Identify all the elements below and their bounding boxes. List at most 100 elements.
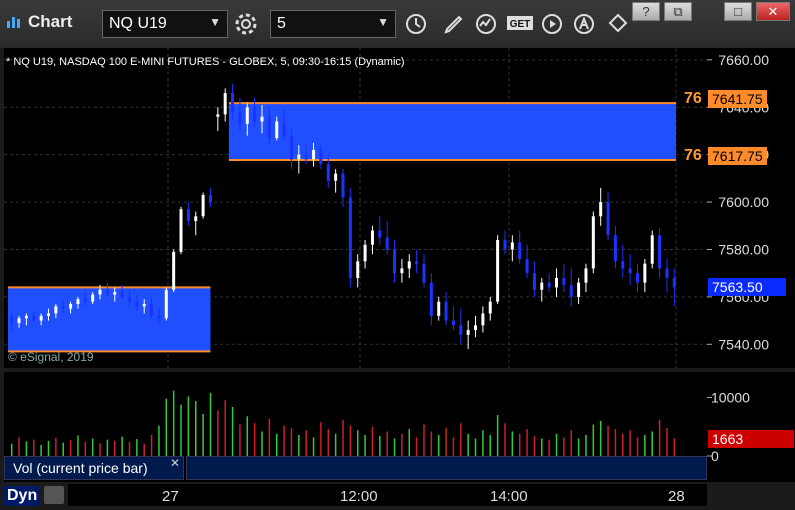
upper-level-tag: 7641.75 xyxy=(708,90,767,108)
diamond-link-icon xyxy=(608,13,628,33)
svg-text:GET: GET xyxy=(510,19,531,30)
candle-body xyxy=(289,135,293,160)
candle-body xyxy=(46,313,50,316)
candle-body xyxy=(164,289,168,319)
title-bar: Chart NQ U19 ▼ 5 ▼ GET ? ⧉ □ ✕ xyxy=(0,0,795,48)
help-icon: ? xyxy=(642,4,650,19)
candle-body xyxy=(385,237,389,250)
candle-body xyxy=(378,230,382,238)
settings-button[interactable] xyxy=(232,10,260,38)
symbol-value: NQ U19 xyxy=(109,15,167,32)
restore-icon: ⧉ xyxy=(673,3,683,19)
price-panel[interactable] xyxy=(4,48,707,368)
candle-body xyxy=(584,268,588,283)
candle-body xyxy=(547,282,551,288)
candle-body xyxy=(238,112,242,124)
volume-axis[interactable]: 10000 0 xyxy=(707,372,795,482)
get-button[interactable]: GET xyxy=(506,10,534,38)
close-button[interactable]: ✕ xyxy=(756,2,790,21)
candle-body xyxy=(672,277,676,288)
candle-body xyxy=(540,282,544,290)
candle-body xyxy=(599,202,603,217)
candle-body xyxy=(422,263,426,283)
draw-button[interactable] xyxy=(440,10,468,38)
candle-body xyxy=(613,235,617,262)
candle-body xyxy=(54,306,58,314)
restore-button[interactable]: ⧉ xyxy=(664,2,692,21)
clock-icon xyxy=(406,14,426,34)
candle-body xyxy=(17,318,21,323)
candle-body xyxy=(636,273,640,283)
price-chart xyxy=(4,48,707,368)
candle-body xyxy=(127,296,131,302)
interval-value: 5 xyxy=(277,15,286,32)
candle-body xyxy=(172,251,176,290)
candle-body xyxy=(304,154,308,160)
candle-body xyxy=(341,173,345,198)
candle-body xyxy=(481,313,485,326)
candle-body xyxy=(628,268,632,274)
volume-tick-label: 0 xyxy=(711,448,719,464)
candle-body xyxy=(120,292,124,297)
app-title: Chart xyxy=(6,12,72,32)
study-icon xyxy=(476,14,496,34)
candle-body xyxy=(39,315,43,321)
candle-body xyxy=(275,121,279,139)
candle-body xyxy=(91,294,95,302)
candle-body xyxy=(216,114,220,117)
candle-body xyxy=(407,261,411,269)
candle-body xyxy=(142,304,146,307)
candle-body xyxy=(577,282,581,297)
close-icon: ✕ xyxy=(767,3,779,19)
candle-body xyxy=(32,315,36,321)
candle-body xyxy=(98,289,102,295)
candle-body xyxy=(282,121,286,136)
candle-body xyxy=(525,258,529,274)
clock-button[interactable] xyxy=(402,10,430,38)
candle-body xyxy=(437,301,441,316)
watermark: © eSignal, 2019 xyxy=(8,350,94,364)
candle-body xyxy=(415,261,419,264)
candle-body xyxy=(665,268,669,278)
candle-body xyxy=(201,194,205,217)
candle-body xyxy=(393,249,397,274)
candle-body xyxy=(451,320,455,326)
symbol-combo[interactable]: NQ U19 ▼ xyxy=(102,10,228,38)
interval-combo[interactable]: 5 ▼ xyxy=(270,10,396,38)
close-study-icon[interactable]: ✕ xyxy=(170,456,180,470)
study-bar xyxy=(186,456,707,480)
candle-body xyxy=(245,107,249,124)
study-label[interactable]: Vol (current price bar) xyxy=(4,456,184,480)
candle-body xyxy=(334,173,338,181)
help-button[interactable]: ? xyxy=(632,2,660,21)
candle-body xyxy=(194,216,198,222)
chart-title: * NQ U19, NASDAQ 100 E-MINI FUTURES - GL… xyxy=(6,56,405,68)
candle-body xyxy=(179,209,183,252)
lock-icon[interactable] xyxy=(44,486,64,504)
candle-body xyxy=(569,285,573,297)
candle-body xyxy=(24,315,28,319)
gear-icon xyxy=(235,13,257,35)
candle-body xyxy=(591,216,595,269)
volume-axis-ticks: 10000 0 xyxy=(707,390,750,464)
candle-body xyxy=(10,315,14,323)
link-button[interactable] xyxy=(604,10,632,38)
studies-button[interactable] xyxy=(472,10,500,38)
maximize-button[interactable]: □ xyxy=(724,2,752,21)
candle-body xyxy=(518,242,522,259)
candle-body xyxy=(208,194,212,203)
candle-body xyxy=(253,107,257,122)
alert-button[interactable] xyxy=(570,10,598,38)
last-volume-tag: 1663 xyxy=(708,430,794,448)
candle-body xyxy=(606,202,610,236)
time-label: 12:00 xyxy=(340,488,378,505)
candle-body xyxy=(69,304,73,309)
candle-body xyxy=(83,299,87,302)
play-button[interactable] xyxy=(538,10,566,38)
chevron-down-icon: ▼ xyxy=(209,15,221,29)
candle-body xyxy=(150,304,154,316)
mode-label[interactable]: Dyn xyxy=(4,486,41,506)
candle-body xyxy=(348,197,352,278)
price-tick-label: 7600.00 xyxy=(718,194,769,210)
app-title-text: Chart xyxy=(28,12,73,31)
